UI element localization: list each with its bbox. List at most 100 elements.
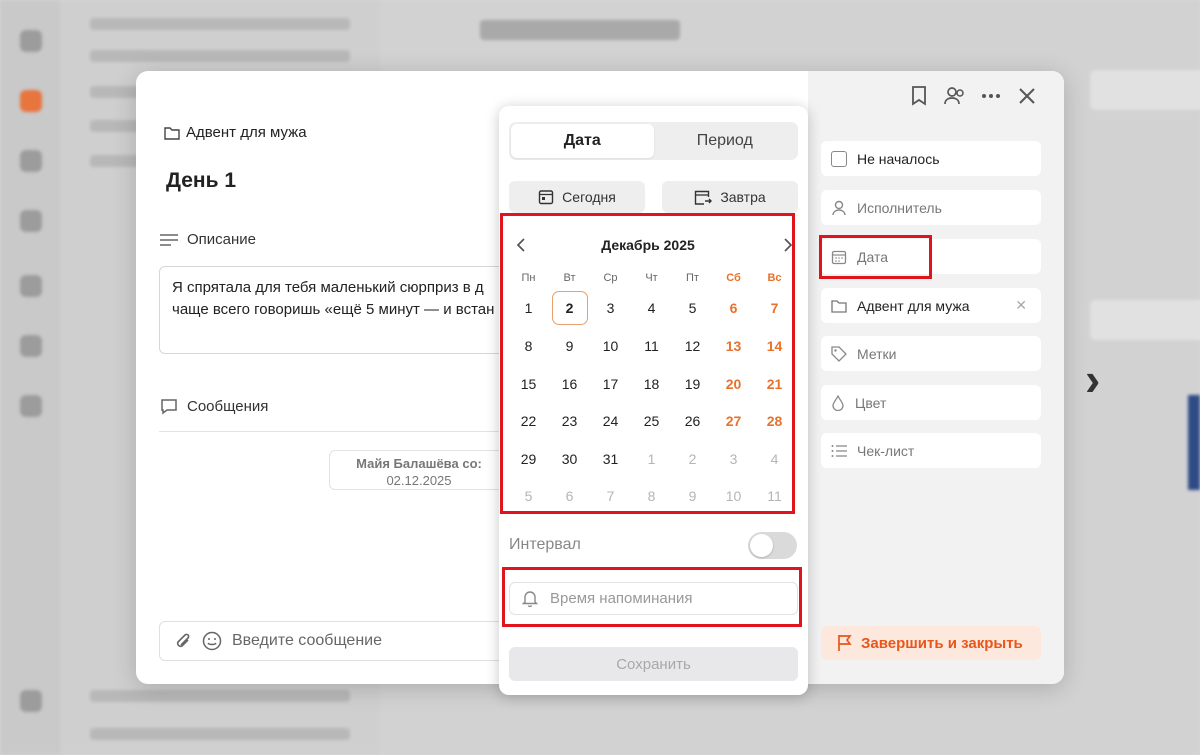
system-message: Майя Балашёва со: 02.12.2025 [329,450,509,490]
interval-toggle[interactable] [748,532,797,559]
bg-rail-icon [20,690,42,712]
folder-icon [164,126,180,140]
tags-label: Метки [857,345,897,362]
today-button[interactable]: Сегодня [509,181,645,213]
attach-icon[interactable] [174,631,192,651]
day-cell[interactable]: 14 [754,330,795,362]
day-cell[interactable]: 20 [713,368,754,400]
day-cell-next-month[interactable]: 2 [672,443,713,475]
day-cell-next-month[interactable]: 4 [754,443,795,475]
flag-icon [838,635,852,651]
save-button[interactable]: Сохранить [509,647,798,681]
assignee-field[interactable]: Исполнитель [821,190,1041,225]
folder-icon [831,299,847,313]
description-label: Описание [187,231,257,248]
day-cell[interactable]: 29 [508,443,549,475]
day-cell[interactable]: 5 [672,292,713,324]
messages-label: Сообщения [187,398,269,415]
day-cell[interactable]: 7 [754,292,795,324]
chat-icon [161,399,177,415]
day-cell[interactable]: 18 [631,368,672,400]
day-cell[interactable]: 22 [508,405,549,437]
day-cell-next-month[interactable]: 9 [672,480,713,512]
remove-icon[interactable]: ✕ [1015,297,1027,314]
checklist-icon [831,444,847,457]
checklist-field[interactable]: Чек-лист [821,433,1041,468]
bg-rail [0,0,60,755]
calendar-week: 22 23 24 25 26 27 28 [508,405,795,437]
emoji-icon[interactable] [202,631,222,651]
bg-row [90,18,350,30]
status-checkbox[interactable]: Не началось [821,141,1041,176]
day-cell[interactable]: 11 [631,330,672,362]
next-arrow-icon[interactable]: › [1085,352,1100,406]
day-cell[interactable]: 15 [508,368,549,400]
description-field[interactable]: Я спрятала для тебя маленький сюрприз в … [159,266,519,354]
day-cell[interactable]: 17 [590,368,631,400]
bg-rail-icon [20,150,42,172]
day-cell[interactable]: 10 [590,330,631,362]
day-cell[interactable]: 3 [590,292,631,324]
close-icon[interactable] [1016,85,1038,107]
weekday: Вс [767,272,782,284]
day-cell[interactable]: 1 [508,292,549,324]
day-cell[interactable]: 13 [713,330,754,362]
tags-field[interactable]: Метки [821,336,1041,371]
weekday: Ср [603,272,618,284]
checkbox[interactable] [831,150,847,167]
day-cell[interactable]: 30 [549,443,590,475]
color-field[interactable]: Цвет [821,385,1041,420]
color-label: Цвет [855,394,887,411]
day-cell-next-month[interactable]: 7 [590,480,631,512]
project-field[interactable]: Адвент для мужа ✕ [821,288,1041,323]
more-icon[interactable] [980,85,1002,107]
calendar-arrow-icon [695,190,713,205]
day-cell[interactable]: 6 [713,292,754,324]
day-cell[interactable]: 4 [631,292,672,324]
day-cell-today[interactable]: 2 [549,291,590,325]
day-cell[interactable]: 24 [590,405,631,437]
day-cell-next-month[interactable]: 3 [713,443,754,475]
tab-period[interactable]: Период [654,124,797,158]
calendar-week: 1 2 3 4 5 6 7 [508,291,795,325]
day-cell[interactable]: 16 [549,368,590,400]
day-cell[interactable]: 31 [590,443,631,475]
day-cell[interactable]: 26 [672,405,713,437]
messages-section: Сообщения [160,398,268,415]
weekday: Пт [686,272,699,284]
day-cell-next-month[interactable]: 10 [713,480,754,512]
reminder-time-field[interactable]: Время напоминания [509,582,798,615]
message-composer[interactable]: Введите сообщение [159,621,519,661]
bg-row [90,690,350,702]
day-cell[interactable]: 19 [672,368,713,400]
tomorrow-button[interactable]: Завтра [662,181,798,213]
day-cell-next-month[interactable]: 11 [754,480,795,512]
day-cell-next-month[interactable]: 1 [631,443,672,475]
day-cell[interactable]: 28 [754,405,795,437]
calendar-week: 5 6 7 8 9 10 11 [508,480,795,512]
description-line: чаще всего говоришь «ещё 5 минут — и вст… [172,301,495,318]
task-title[interactable]: День 1 [166,169,236,193]
breadcrumb[interactable]: Адвент для мужа [164,124,307,141]
chevron-right-icon[interactable] [778,234,798,256]
day-cell-next-month[interactable]: 8 [631,480,672,512]
day-cell[interactable]: 27 [713,405,754,437]
day-cell[interactable]: 25 [631,405,672,437]
members-icon[interactable] [944,85,966,107]
finish-and-close-button[interactable]: Завершить и закрыть [821,626,1041,660]
date-field[interactable]: Дата [821,239,1041,274]
tab-date[interactable]: Дата [511,124,654,158]
day-cell[interactable]: 9 [549,330,590,362]
calendar-icon [831,250,847,264]
day-cell-next-month[interactable]: 5 [508,480,549,512]
day-cell-next-month[interactable]: 6 [549,480,590,512]
day-cell[interactable]: 12 [672,330,713,362]
bg-rail-icon [20,395,42,417]
day-cell[interactable]: 23 [549,405,590,437]
modal-actions [908,85,1038,107]
bookmark-icon[interactable] [908,85,930,107]
day-cell[interactable]: 21 [754,368,795,400]
day-cell[interactable]: 8 [508,330,549,362]
today-label: Сегодня [562,189,616,205]
breadcrumb-project: Адвент для мужа [186,124,307,141]
